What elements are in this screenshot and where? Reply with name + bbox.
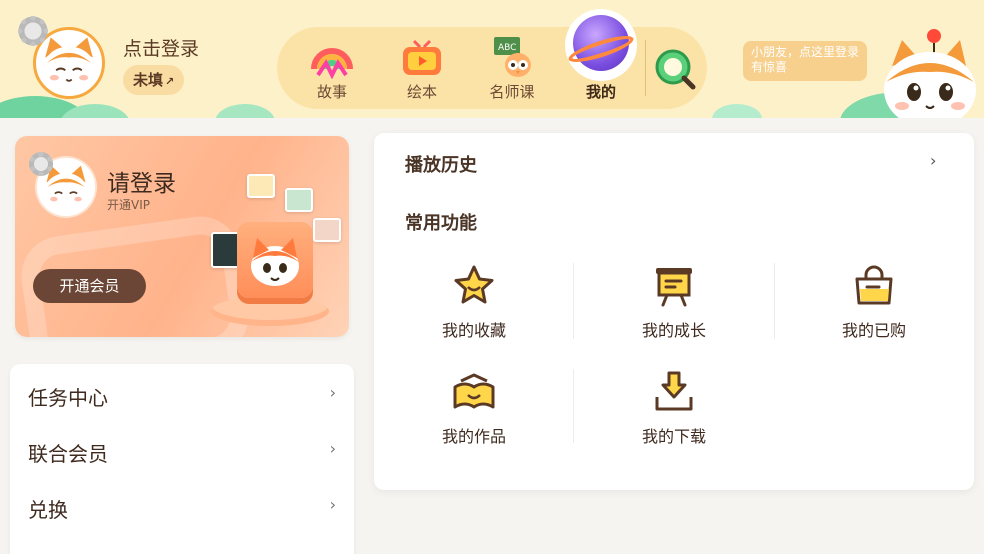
play-history-link[interactable]: 播放历史 — [405, 151, 477, 177]
chevron-right-icon: › — [329, 383, 336, 402]
nav-tab-label: 我的 — [585, 83, 616, 101]
list-item-label: 联合会员 — [28, 442, 108, 466]
vip-login-card[interactable]: 请登录 开通VIP 开通会员 — [15, 136, 349, 337]
cat-mascot-icon[interactable] — [862, 26, 982, 118]
settings-list: 任务中心 › 联合会员 › 兑换 › — [10, 364, 354, 554]
unfilled-label: 未填 — [133, 71, 164, 89]
picture-book-tv-icon — [403, 39, 441, 75]
nav-tab-teacher-class[interactable]: ABC 名师课 — [472, 27, 552, 109]
chevron-right-icon[interactable]: › — [930, 151, 936, 170]
gear-icon — [16, 14, 50, 48]
shopping-bag-icon — [855, 265, 893, 305]
nav-tab-label: 绘本 — [406, 83, 437, 101]
function-label: 我的已购 — [841, 321, 906, 340]
login-prompt[interactable]: 点击登录 — [123, 34, 199, 61]
decor-hill — [712, 104, 762, 118]
chevron-right-icon: › — [329, 495, 336, 514]
growth-board-icon — [656, 268, 692, 307]
function-label: 我的下载 — [641, 427, 706, 446]
search-icon[interactable] — [653, 47, 697, 91]
top-header: 点击登录 未填 ↗ 故事 绘本 ABC 名师课 我的 小朋友，点这里登录有惊喜 — [0, 0, 984, 118]
list-item-task-center[interactable]: 任务中心 › — [10, 374, 354, 414]
list-item-label: 兑换 — [28, 498, 68, 522]
open-book-works-icon — [453, 373, 495, 409]
function-label: 我的收藏 — [441, 321, 506, 340]
nav-divider — [645, 40, 646, 96]
star-favorite-icon — [454, 265, 494, 304]
function-works[interactable]: 我的作品 — [374, 369, 574, 459]
list-item-redeem[interactable]: 兑换 › — [10, 486, 354, 526]
gear-icon — [27, 150, 55, 178]
teacher-class-icon: ABC — [494, 37, 531, 77]
nav-tab-label: 故事 — [316, 83, 347, 101]
decor-stage — [211, 296, 329, 326]
function-downloads[interactable]: 我的下载 — [574, 369, 774, 459]
nav-tab-story[interactable]: 故事 — [292, 27, 372, 109]
login-hint-bubble[interactable]: 小朋友，点这里登录有惊喜 — [743, 41, 867, 81]
svg-text:ABC: ABC — [498, 43, 516, 53]
vip-card-title[interactable]: 请登录 — [107, 164, 176, 198]
cat-mascot-icon — [251, 238, 299, 286]
nav-tab-label: 名师课 — [489, 83, 535, 101]
function-purchased[interactable]: 我的已购 — [774, 263, 974, 353]
my-features-panel: 播放历史 › 常用功能 我的收藏 我的成长 我的已购 我的作品 我的下载 — [374, 133, 974, 490]
story-rainbow-icon — [311, 48, 353, 79]
decor-hill — [215, 104, 275, 118]
edit-icon: ↗ — [165, 75, 175, 88]
function-label: 我的成长 — [641, 321, 706, 340]
profile-unfilled-badge[interactable]: 未填 ↗ — [123, 65, 185, 95]
decor-mascot-cube — [237, 222, 313, 298]
common-functions-title: 常用功能 — [405, 213, 477, 234]
nav-tab-picture-book[interactable]: 绘本 — [382, 27, 462, 109]
list-item-label: 任务中心 — [28, 386, 108, 410]
decor-video-tile — [313, 218, 341, 242]
function-growth[interactable]: 我的成长 — [574, 263, 774, 353]
function-favorites[interactable]: 我的收藏 — [374, 263, 574, 353]
open-vip-button[interactable]: 开通会员 — [33, 269, 146, 303]
main-nav: 故事 绘本 ABC 名师课 我的 — [277, 9, 707, 109]
list-item-joint-membership[interactable]: 联合会员 › — [10, 430, 354, 470]
function-label: 我的作品 — [441, 427, 506, 446]
download-icon — [655, 371, 693, 411]
decor-video-tile — [285, 188, 313, 212]
vip-card-subtitle: 开通VIP — [107, 198, 150, 212]
decor-video-tile — [247, 174, 275, 198]
chevron-right-icon: › — [329, 439, 336, 458]
nav-tab-mine[interactable]: 我的 — [561, 27, 641, 109]
